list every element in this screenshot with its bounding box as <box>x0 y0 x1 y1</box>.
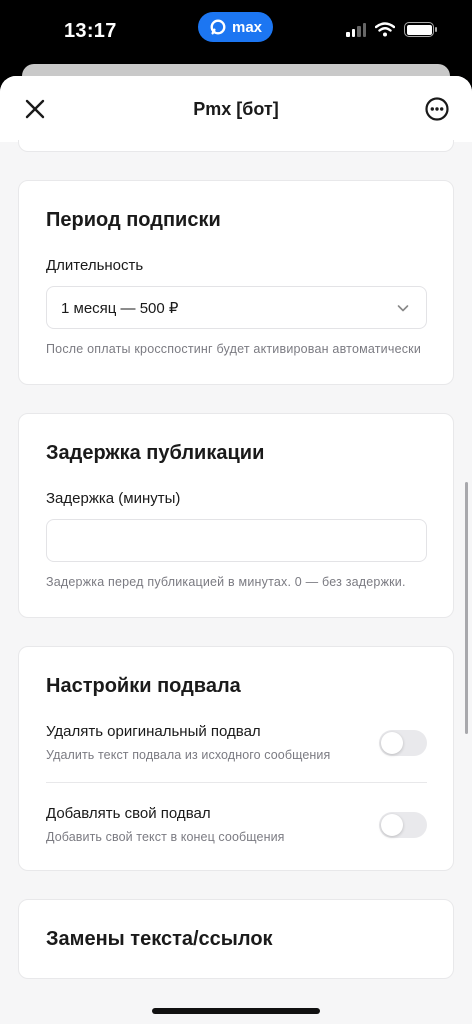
status-time: 13:17 <box>64 20 117 42</box>
status-icons <box>346 22 437 37</box>
max-logo-icon <box>210 19 226 35</box>
app-pill[interactable]: max <box>198 12 273 42</box>
duration-label: Длительность <box>46 257 144 274</box>
duration-select[interactable]: 1 месяц — 500 ₽ <box>46 286 427 329</box>
remove-original-footer-toggle[interactable] <box>379 729 427 756</box>
add-custom-footer-toggle[interactable] <box>379 811 427 838</box>
settings-content: Период подписки Длительность 1 месяц — 5… <box>0 140 472 979</box>
subscription-title: Период подписки <box>46 209 221 231</box>
signal-icon <box>346 22 366 37</box>
delay-title: Задержка публикации <box>46 442 265 464</box>
replacements-card: Замены текста/ссылок <box>18 899 454 979</box>
duration-value: 1 месяц — 500 ₽ <box>61 299 179 317</box>
subscription-card: Период подписки Длительность 1 месяц — 5… <box>18 180 454 385</box>
replacements-title: Замены текста/ссылок <box>46 928 273 950</box>
add-custom-footer-label: Добавлять свой подвал <box>46 805 211 822</box>
subscription-hint: После оплаты кросспостинг будет активиро… <box>46 342 422 356</box>
remove-original-footer-row: Удалять оригинальный подвал Удалить текс… <box>46 723 427 762</box>
delay-label: Задержка (минуты) <box>46 490 181 507</box>
footer-settings-title: Настройки подвала <box>46 675 241 697</box>
delay-input[interactable] <box>46 519 427 562</box>
app-pill-label: max <box>231 18 263 36</box>
remove-original-footer-description: Удалить текст подвала из исходного сообщ… <box>46 748 331 762</box>
status-bar: 13:17 max <box>0 0 472 64</box>
footer-settings-card: Настройки подвала Удалять оригинальный п… <box>18 646 454 871</box>
scrollbar[interactable] <box>465 482 468 734</box>
sheet-title: Pmx [бот] <box>193 98 279 119</box>
close-icon[interactable] <box>22 96 48 122</box>
chevron-down-icon <box>397 305 409 312</box>
more-icon[interactable] <box>424 96 450 122</box>
sheet-header: Pmx [бот] <box>0 76 472 142</box>
remove-original-footer-label: Удалять оригинальный подвал <box>46 723 261 740</box>
bottom-sheet: Pmx [бот] Период подписки Длительность 1… <box>0 76 472 1024</box>
previous-card-bottom <box>18 140 454 152</box>
add-custom-footer-row: Добавлять свой подвал Добавить свой текс… <box>46 805 427 844</box>
delay-hint: Задержка перед публикацией в минутах. 0 … <box>46 575 406 589</box>
battery-icon <box>404 22 437 37</box>
divider <box>46 782 427 783</box>
delay-card: Задержка публикации Задержка (минуты) За… <box>18 413 454 618</box>
home-indicator[interactable] <box>152 1008 320 1014</box>
wifi-icon <box>375 22 395 37</box>
add-custom-footer-description: Добавить свой текст в конец сообщения <box>46 830 285 844</box>
